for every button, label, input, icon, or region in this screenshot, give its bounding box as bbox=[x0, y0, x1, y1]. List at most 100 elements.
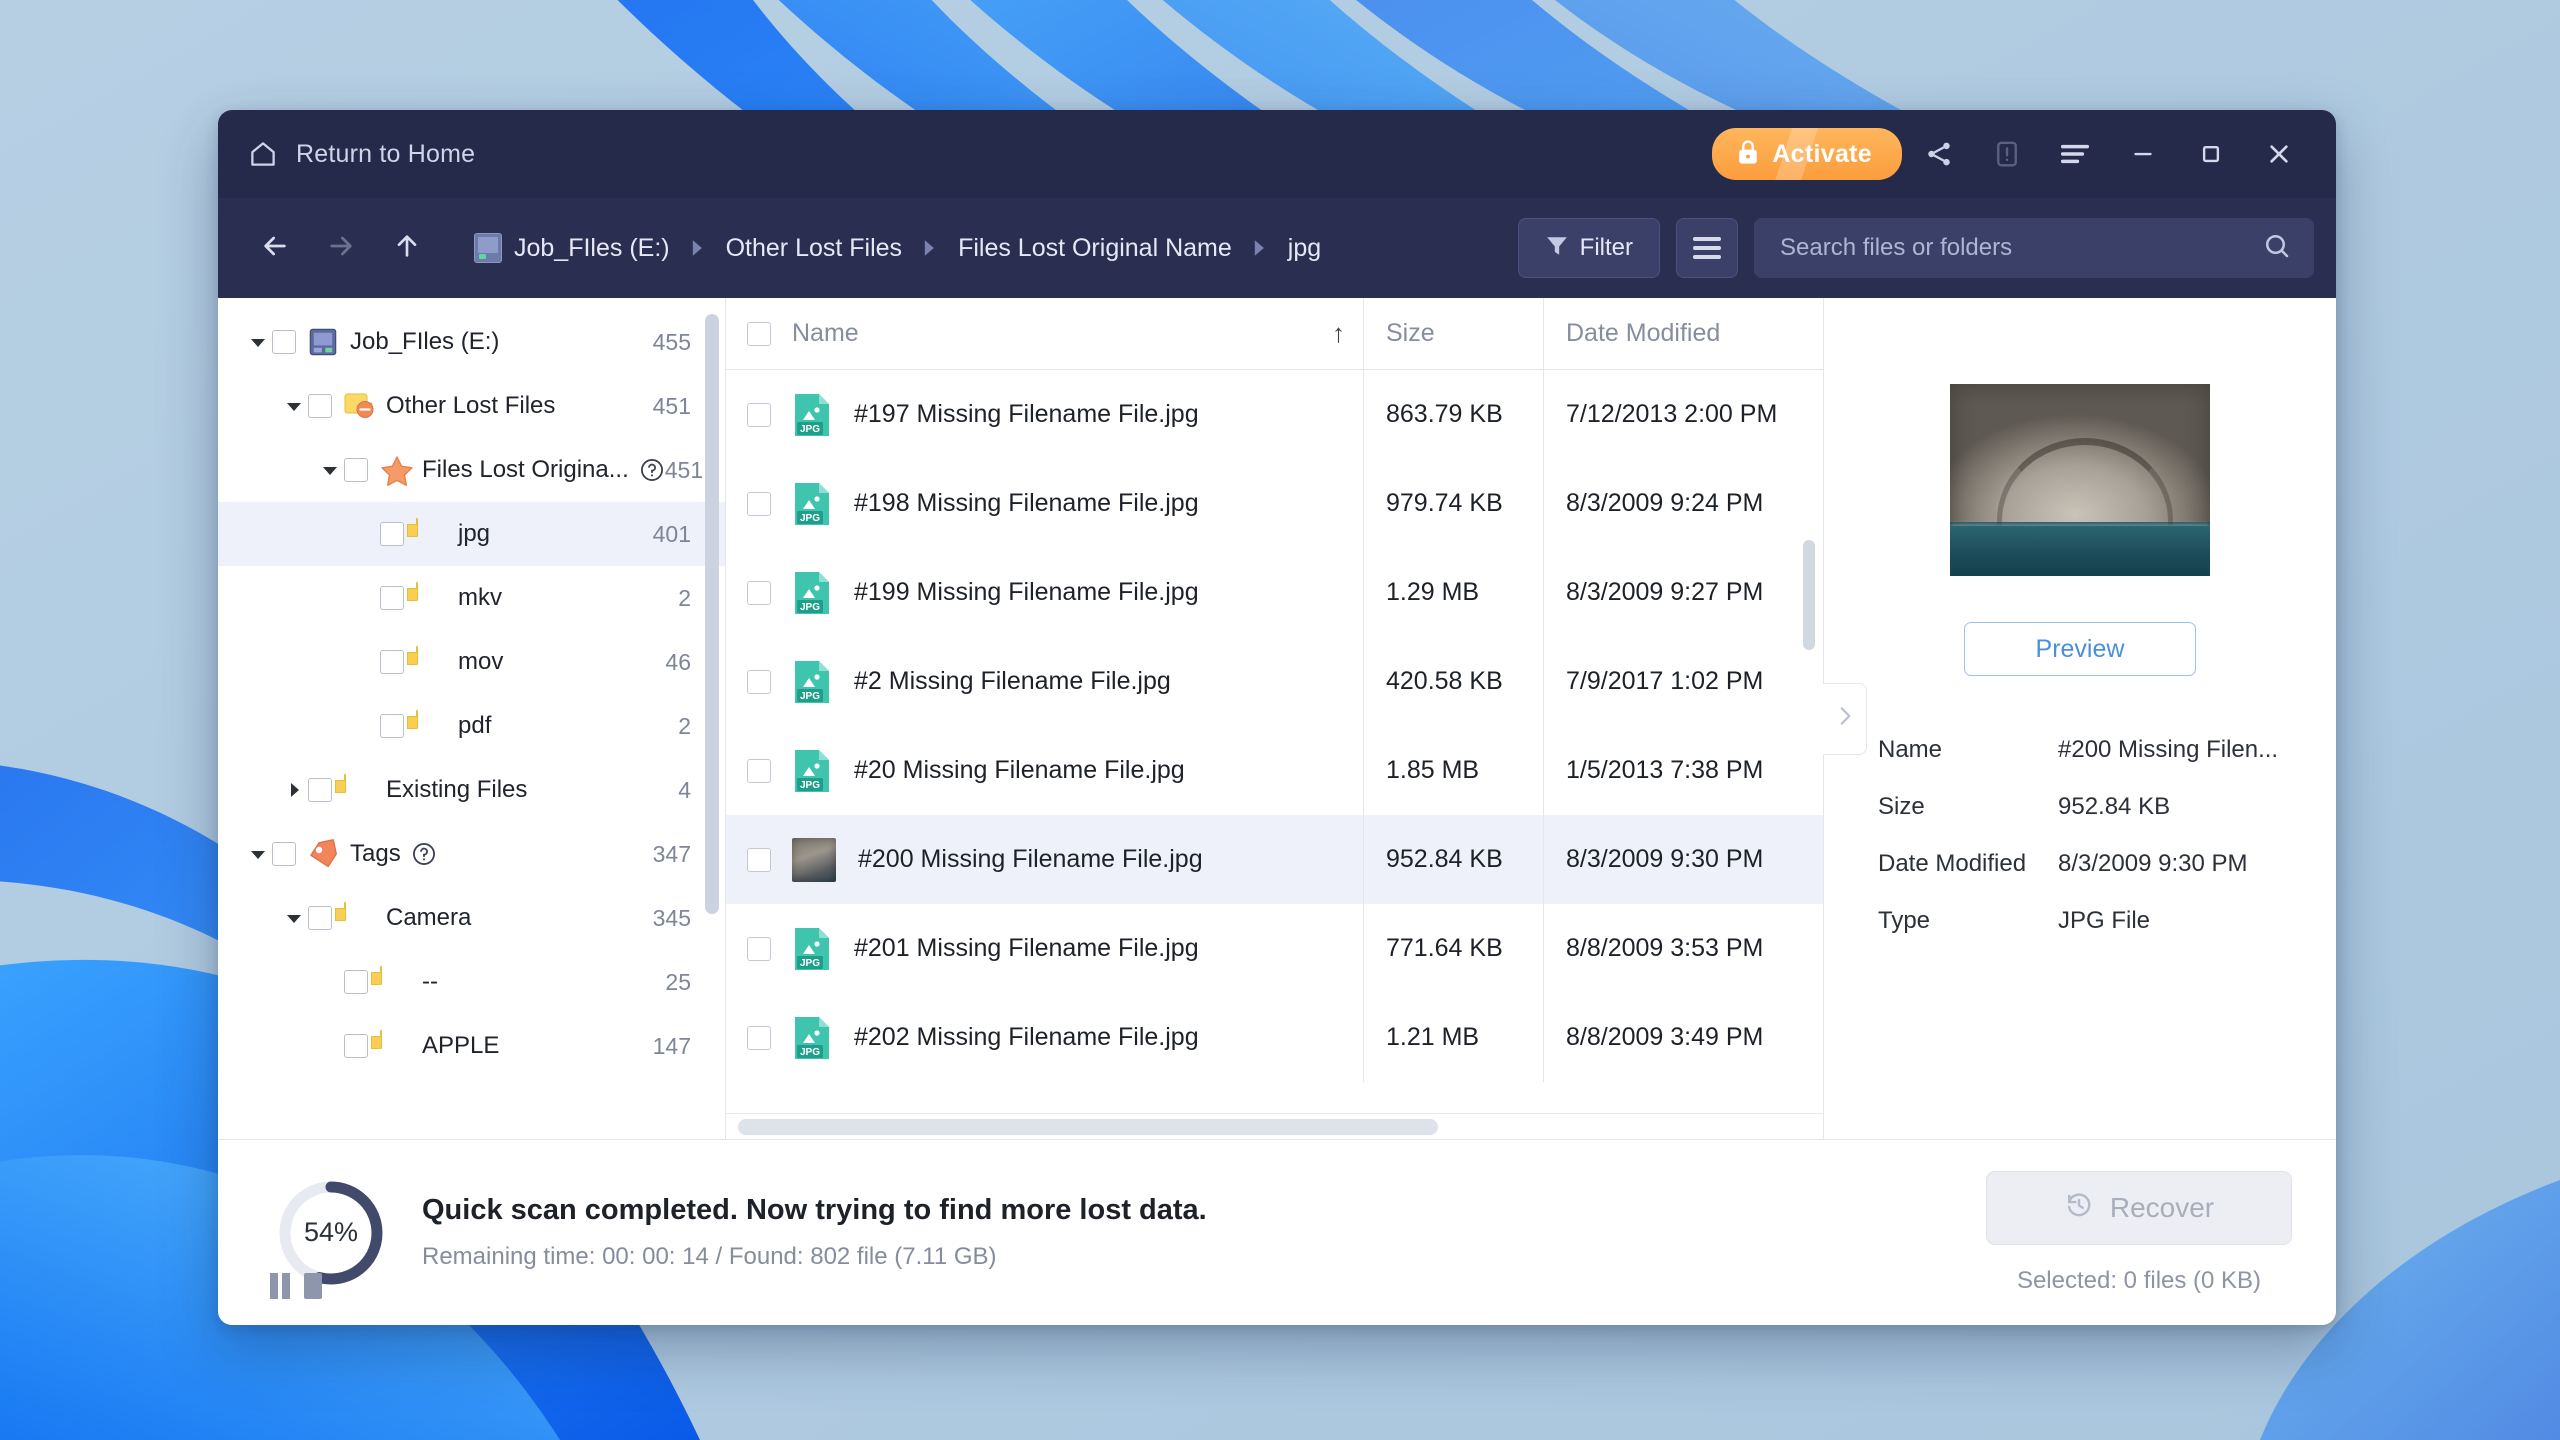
file-row-checkbox[interactable] bbox=[726, 670, 792, 694]
tree-item-existing-files[interactable]: Existing Files4 bbox=[218, 758, 725, 822]
file-row[interactable]: JPG#202 Missing Filename File.jpg1.21 MB… bbox=[726, 993, 1823, 1082]
tree-item-files-lost-origina[interactable]: Files Lost Origina...451 bbox=[218, 438, 725, 502]
search-input[interactable] bbox=[1780, 234, 2262, 262]
file-row-checkbox[interactable] bbox=[726, 1026, 792, 1050]
file-row-checkbox[interactable] bbox=[726, 581, 792, 605]
svg-text:JPG: JPG bbox=[800, 958, 820, 969]
file-row[interactable]: JPG#20 Missing Filename File.jpg1.85 MB1… bbox=[726, 726, 1823, 815]
breadcrumb-item-jpg[interactable]: jpg bbox=[1278, 228, 1331, 269]
sidebar-scrollbar-thumb[interactable] bbox=[705, 314, 719, 914]
file-date-cell: 7/12/2013 2:00 PM bbox=[1543, 370, 1823, 459]
file-row-checkbox[interactable] bbox=[726, 492, 792, 516]
checkbox-icon[interactable] bbox=[747, 937, 771, 961]
file-row-checkbox[interactable] bbox=[726, 759, 792, 783]
tree-item-checkbox[interactable] bbox=[308, 394, 332, 418]
sidebar-scrollbar[interactable] bbox=[705, 314, 719, 1129]
sort-ascending-icon[interactable]: ↑ bbox=[1332, 318, 1345, 349]
file-row[interactable]: JPG#198 Missing Filename File.jpg979.74 … bbox=[726, 459, 1823, 548]
file-row[interactable]: JPG#2 Missing Filename File.jpg420.58 KB… bbox=[726, 637, 1823, 726]
checkbox-icon[interactable] bbox=[747, 403, 771, 427]
menu-lines-icon[interactable] bbox=[2044, 123, 2106, 185]
tree-item-mov[interactable]: mov46 bbox=[218, 630, 725, 694]
list-view-icon[interactable] bbox=[1676, 218, 1738, 278]
tree-item-camera[interactable]: Camera345 bbox=[218, 886, 725, 950]
breadcrumb-item-files-lost-original-name[interactable]: Files Lost Original Name bbox=[948, 228, 1242, 269]
file-row[interactable]: JPG#199 Missing Filename File.jpg1.29 MB… bbox=[726, 548, 1823, 637]
tree-item-checkbox[interactable] bbox=[380, 522, 404, 546]
column-header-size[interactable]: Size bbox=[1363, 298, 1543, 369]
chevron-right-icon[interactable] bbox=[280, 781, 308, 799]
file-row-checkbox[interactable] bbox=[726, 937, 792, 961]
file-list-horizontal-scrollbar[interactable] bbox=[726, 1113, 1823, 1139]
search-icon[interactable] bbox=[2262, 231, 2292, 266]
select-all-checkbox[interactable] bbox=[726, 322, 792, 346]
tree-item-checkbox[interactable] bbox=[308, 906, 332, 930]
file-list-scrollbar-thumb[interactable] bbox=[1803, 540, 1815, 650]
back-button[interactable] bbox=[244, 217, 306, 279]
file-name: #198 Missing Filename File.jpg bbox=[854, 489, 1199, 518]
tree-item-checkbox[interactable] bbox=[380, 714, 404, 738]
tree-item-checkbox[interactable] bbox=[272, 330, 296, 354]
help-circle-icon[interactable] bbox=[639, 457, 665, 483]
file-row[interactable]: JPG#197 Missing Filename File.jpg863.79 … bbox=[726, 370, 1823, 459]
checkbox-icon[interactable] bbox=[747, 322, 771, 346]
checkbox-icon[interactable] bbox=[747, 670, 771, 694]
chevron-down-icon[interactable] bbox=[280, 911, 308, 925]
tree-item-other-lost-files[interactable]: Other Lost Files451 bbox=[218, 374, 725, 438]
close-icon[interactable] bbox=[2248, 123, 2310, 185]
file-row[interactable]: #200 Missing Filename File.jpg952.84 KB8… bbox=[726, 815, 1823, 904]
up-button[interactable] bbox=[376, 217, 438, 279]
checkbox-icon[interactable] bbox=[747, 581, 771, 605]
minimize-icon[interactable] bbox=[2112, 123, 2174, 185]
tree-item-apple[interactable]: APPLE147 bbox=[218, 1014, 725, 1078]
jpg-file-icon: JPG bbox=[792, 659, 832, 705]
tree-item-checkbox[interactable] bbox=[380, 650, 404, 674]
checkbox-icon[interactable] bbox=[747, 759, 771, 783]
tree-item-jpg[interactable]: jpg401 bbox=[218, 502, 725, 566]
share-icon[interactable] bbox=[1908, 123, 1970, 185]
activate-button[interactable]: Activate bbox=[1712, 128, 1902, 180]
recover-button[interactable]: Recover bbox=[1986, 1171, 2292, 1245]
help-circle-icon[interactable] bbox=[411, 841, 437, 867]
file-date-modified: 7/9/2017 1:02 PM bbox=[1566, 667, 1763, 696]
breadcrumb-item-drive[interactable]: Job_FIles (E:) bbox=[464, 227, 680, 269]
feedback-icon[interactable] bbox=[1976, 123, 2038, 185]
chevron-down-icon[interactable] bbox=[316, 463, 344, 477]
file-row[interactable]: JPG#201 Missing Filename File.jpg771.64 … bbox=[726, 904, 1823, 993]
tree-item-tags[interactable]: Tags347 bbox=[218, 822, 725, 886]
chevron-down-icon[interactable] bbox=[244, 335, 272, 349]
chevron-down-icon[interactable] bbox=[280, 399, 308, 413]
file-list-horizontal-scrollbar-thumb[interactable] bbox=[738, 1119, 1438, 1135]
column-header-name[interactable]: Name ↑ bbox=[792, 318, 1363, 349]
file-row-checkbox[interactable] bbox=[726, 848, 792, 872]
stop-icon[interactable] bbox=[304, 1273, 322, 1299]
tree-item-checkbox[interactable] bbox=[344, 970, 368, 994]
checkbox-icon[interactable] bbox=[747, 848, 771, 872]
filter-button[interactable]: Filter bbox=[1518, 218, 1660, 278]
maximize-icon[interactable] bbox=[2180, 123, 2242, 185]
tree-item-checkbox[interactable] bbox=[380, 586, 404, 610]
search-box[interactable] bbox=[1754, 218, 2314, 278]
collapse-preview-button[interactable] bbox=[1823, 683, 1867, 755]
checkbox-icon[interactable] bbox=[747, 1026, 771, 1050]
tree-item-pdf[interactable]: pdf2 bbox=[218, 694, 725, 758]
tree-item-mkv[interactable]: mkv2 bbox=[218, 566, 725, 630]
column-header-date-modified[interactable]: Date Modified bbox=[1543, 298, 1823, 369]
file-name: #199 Missing Filename File.jpg bbox=[854, 578, 1199, 607]
tree-item-checkbox[interactable] bbox=[272, 842, 296, 866]
preview-meta-key: Date Modified bbox=[1878, 850, 2058, 878]
file-row-checkbox[interactable] bbox=[726, 403, 792, 427]
preview-button[interactable]: Preview bbox=[1964, 622, 2196, 676]
tree-item-checkbox[interactable] bbox=[344, 458, 368, 482]
return-to-home-button[interactable]: Return to Home bbox=[248, 139, 475, 169]
tree-item-[interactable]: --25 bbox=[218, 950, 725, 1014]
tree-item-checkbox[interactable] bbox=[344, 1034, 368, 1058]
tree-item-checkbox[interactable] bbox=[308, 778, 332, 802]
pause-icon[interactable] bbox=[270, 1273, 278, 1299]
selected-summary: Selected: 0 files (0 KB) bbox=[2017, 1267, 2261, 1295]
chevron-down-icon[interactable] bbox=[244, 847, 272, 861]
tree-item-job-files-e[interactable]: Job_FIles (E:)455 bbox=[218, 310, 725, 374]
checkbox-icon[interactable] bbox=[747, 492, 771, 516]
breadcrumb-item-other-lost-files[interactable]: Other Lost Files bbox=[716, 228, 912, 269]
forward-button[interactable] bbox=[310, 217, 372, 279]
